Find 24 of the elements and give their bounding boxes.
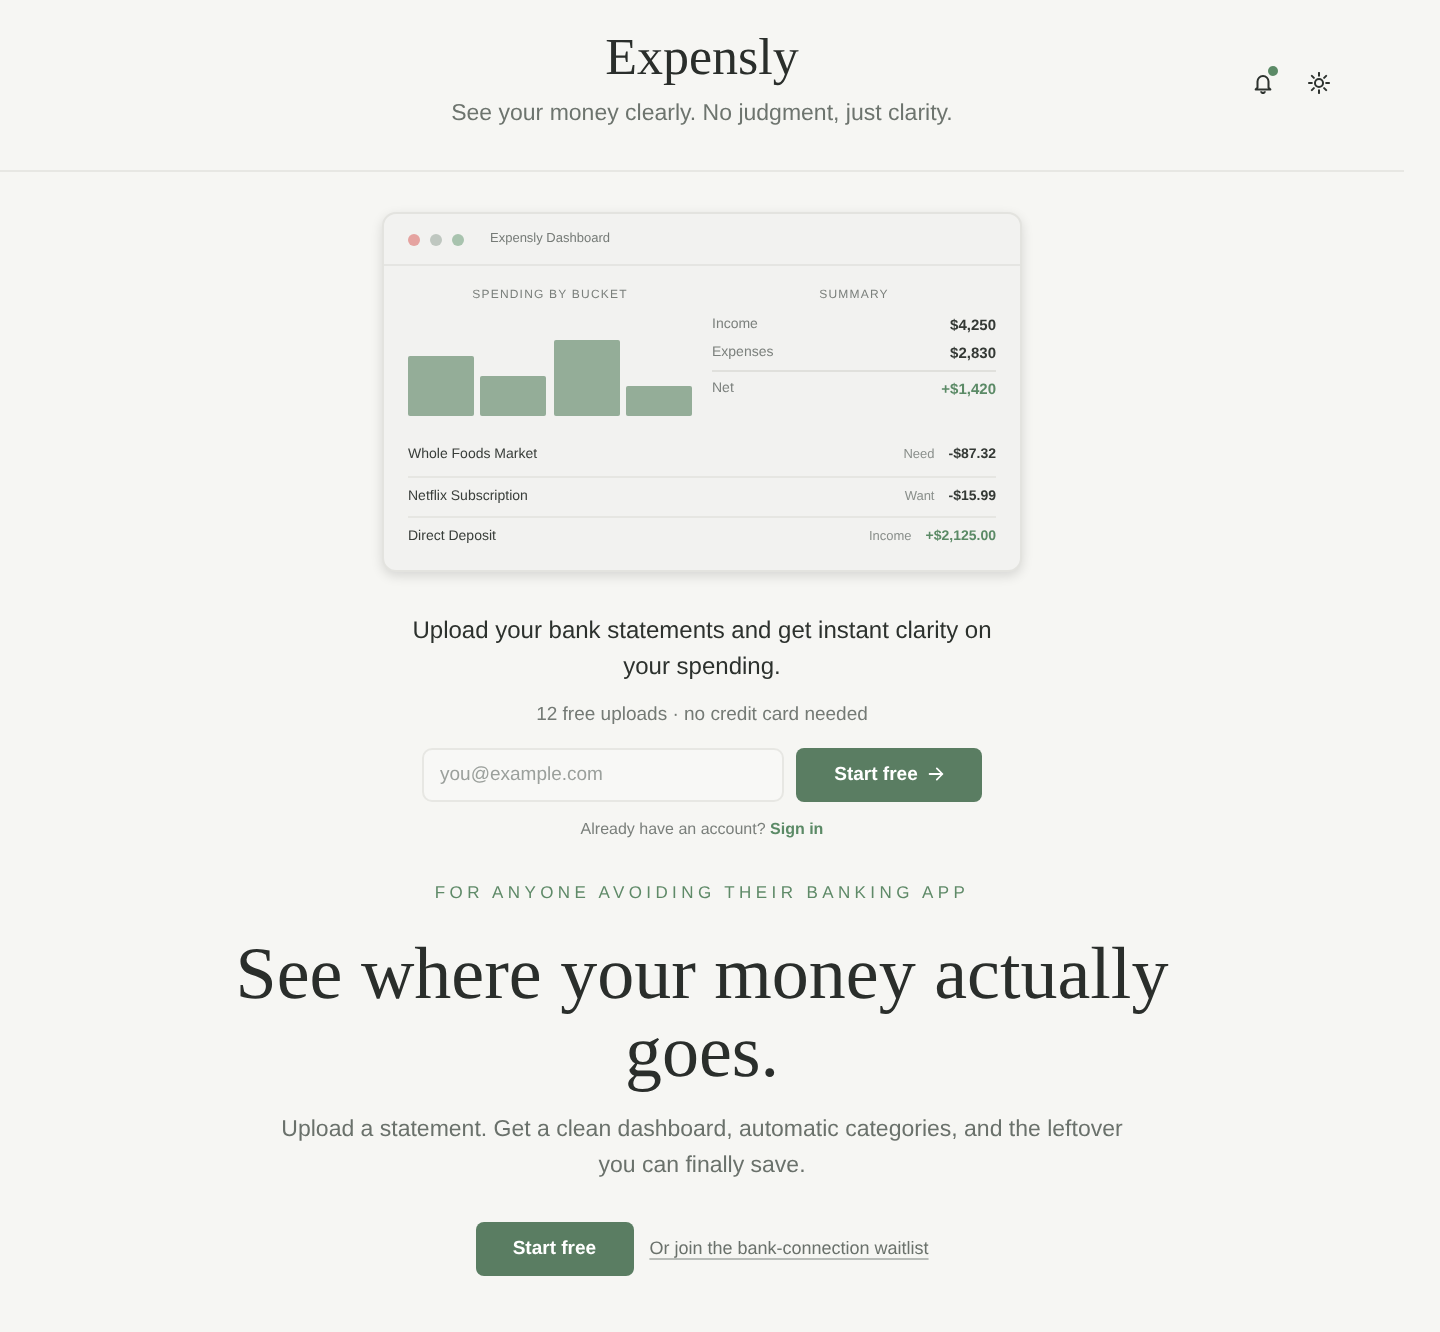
chart-bar [553, 340, 620, 416]
window-close-dot-icon [408, 233, 420, 245]
email-input[interactable]: you@example.com [422, 747, 784, 801]
site-title: Expensly [605, 28, 799, 88]
signup-note: 12 free uploads · no credit card needed [536, 703, 868, 727]
window-minimize-dot-icon [430, 233, 442, 245]
site-tagline: See your money clearly. No judgment, just clarity. [451, 100, 953, 128]
signup-headline: Upload your bank statements and get instant clarity on your spending. [410, 613, 994, 683]
start-free-button[interactable]: Start free [475, 1221, 634, 1275]
start-free-button[interactable]: Start free [796, 747, 982, 801]
chart-bar [408, 356, 474, 416]
chart-bar [480, 376, 547, 416]
hero-heading: See where your money actually goes. [233, 935, 1171, 1091]
waitlist-link[interactable]: Or join the bank-connection waitlist [649, 1238, 929, 1258]
sun-icon [1307, 71, 1329, 93]
hero-eyebrow: FOR ANYONE AVOIDING THEIR BANKING APP [434, 881, 970, 901]
arrow-right-icon [927, 766, 944, 782]
chart-bar [626, 386, 692, 416]
signin-prompt: Already have an account? Sign in [580, 819, 824, 839]
window-maximize-dot-icon [452, 233, 464, 245]
theme-toggle-button[interactable] [1304, 68, 1332, 96]
sign-in-link[interactable]: Sign in [770, 819, 824, 837]
hero-description: Upload a statement. Get a clean dashboard, automatic categories, and the leftover you can finally save. [279, 1115, 1125, 1181]
bell-icon [1251, 71, 1273, 93]
